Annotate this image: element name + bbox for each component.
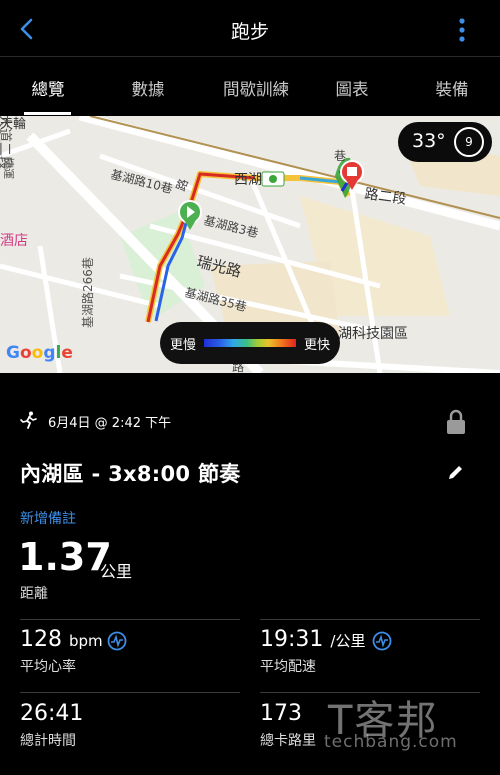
map-label-hotel: 酒店 <box>0 233 28 249</box>
pace-label: 平均配速 <box>260 659 316 675</box>
calories-value: 173 <box>260 701 302 726</box>
pace-zone-icon[interactable] <box>372 631 392 651</box>
tab-data[interactable]: 數據 <box>120 76 176 100</box>
divider <box>260 619 480 620</box>
heart-rate-label: 平均心率 <box>20 659 76 675</box>
tab-gear[interactable]: 裝備 <box>424 76 480 100</box>
pace-stat: 19:31 /公里 <box>260 627 365 652</box>
watermark: T客邦 techbang.com <box>318 688 483 758</box>
divider <box>20 619 240 620</box>
temperature-value: 33° <box>412 130 446 152</box>
page-title: 跑步 <box>230 21 269 43</box>
lock-icon[interactable] <box>445 409 467 435</box>
metro-station-icon <box>261 171 285 187</box>
total-time-label: 總計時間 <box>20 733 76 749</box>
add-note-link[interactable]: 新增備註 <box>20 508 76 528</box>
heart-rate-stat: 128 bpm <box>20 627 103 652</box>
pace-unit: /公里 <box>330 632 366 650</box>
tab-active-indicator <box>24 112 71 115</box>
distance-label: 距離 <box>20 586 48 602</box>
tab-bar: 總覽 數據 間歇訓練 圖表 裝備 <box>0 58 500 116</box>
running-icon <box>20 411 37 429</box>
map-label-lane-vertical: 巷 <box>334 149 346 163</box>
map-label-neihu-park: 湖科技園區 <box>338 326 408 342</box>
watermark-sub: techbang.com <box>324 732 458 752</box>
activity-meta: 6月4日 @ 2:42 下午 <box>20 409 480 435</box>
heart-rate-unit: bpm <box>69 632 103 650</box>
legend-slow-label: 更慢 <box>170 338 197 353</box>
heart-rate-zone-icon[interactable] <box>107 631 127 651</box>
app-header: 跑步 <box>0 0 500 57</box>
pace-gradient-bar <box>204 339 296 347</box>
heart-rate-value: 128 <box>20 627 62 652</box>
calories-label: 總卡路里 <box>260 733 316 749</box>
activity-title: 內湖區 - 3x8:00 節奏 <box>20 462 241 486</box>
tab-interval-training[interactable]: 間歇訓練 <box>210 76 302 100</box>
map-label-xihu: 西湖 <box>234 172 262 188</box>
map-label-rd-266: 基湖路266巷 <box>80 257 95 328</box>
total-time-value: 26:41 <box>20 701 84 726</box>
tab-overview[interactable]: 總覽 <box>20 76 76 100</box>
divider <box>20 692 240 693</box>
tab-charts[interactable]: 圖表 <box>324 76 380 100</box>
google-logo: Google <box>6 343 73 363</box>
distance-value: 1.37 <box>18 535 112 579</box>
more-options-icon[interactable] <box>452 16 472 44</box>
edit-pencil-icon[interactable] <box>446 462 466 482</box>
legend-fast-label: 更快 <box>303 338 330 353</box>
weather-badge: 33° 9 <box>398 122 492 162</box>
map-label-block-left: 捷運 <box>2 157 16 179</box>
activity-datetime: 6月4日 @ 2:42 下午 <box>48 416 172 431</box>
pace-legend: 更慢 更快 <box>160 322 340 364</box>
distance-unit: 公里 <box>100 562 133 581</box>
pace-value: 19:31 <box>260 627 324 652</box>
wind-speed-icon: 9 <box>454 127 484 157</box>
